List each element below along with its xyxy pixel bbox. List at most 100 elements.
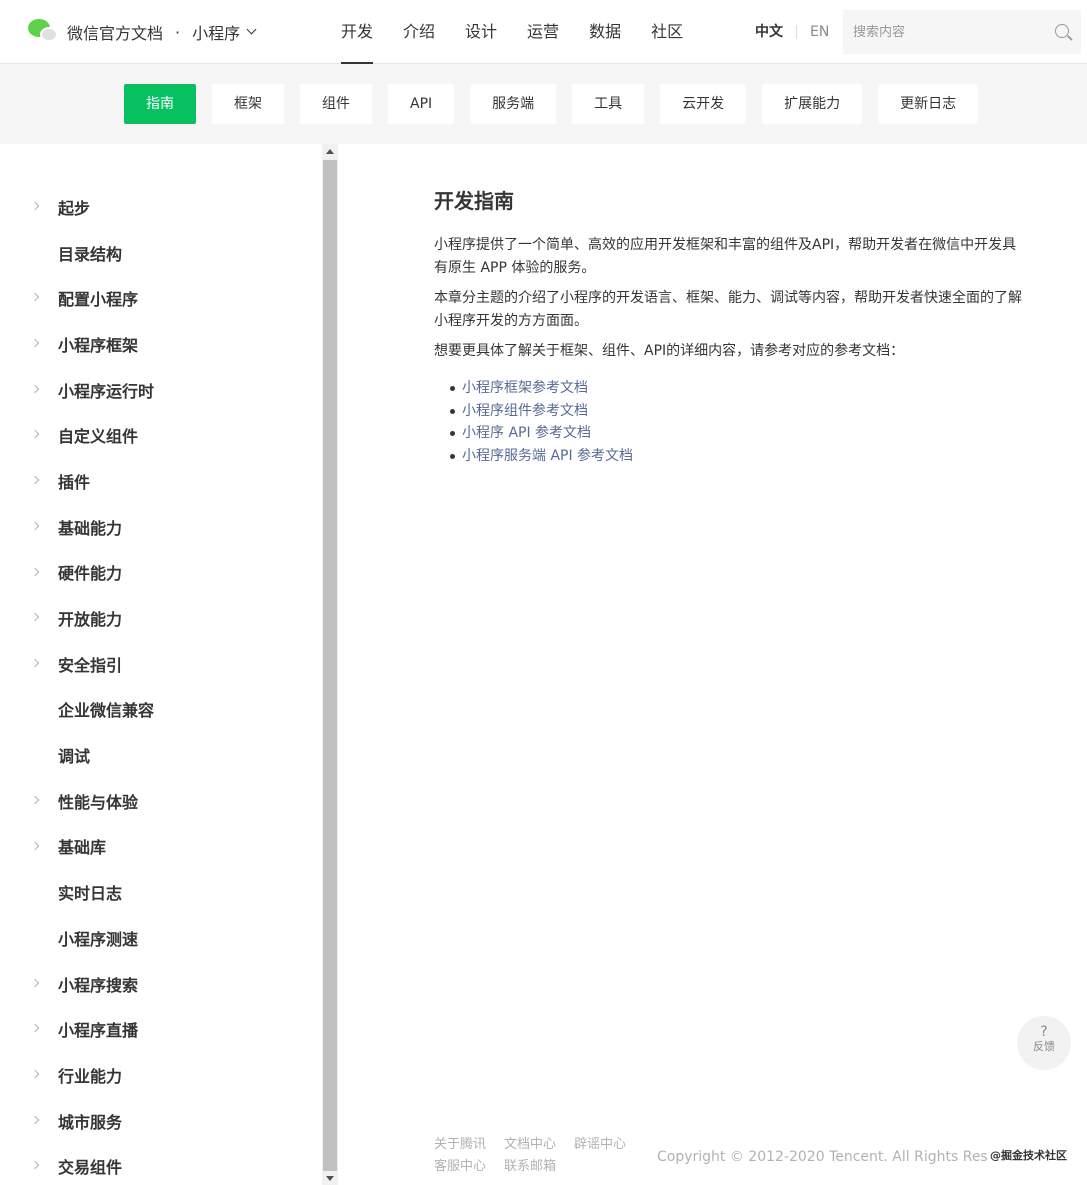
footer-link-support[interactable]: 客服中心 [434,1157,486,1177]
tab-api[interactable]: API [388,84,455,124]
sidebar-item-label: 小程序搜索 [58,975,139,995]
tab-framework[interactable]: 框架 [212,84,284,124]
sidebar-item-label: 目录结构 [58,244,123,264]
sidebar-item[interactable]: 硬件能力 [0,550,322,596]
search-box [843,10,1081,54]
chevron-right-icon[interactable] [30,430,40,439]
nav-item-intro[interactable]: 介绍 [392,0,446,64]
sidebar-item[interactable]: 开放能力 [0,595,322,641]
chevron-right-icon[interactable] [30,521,40,531]
sidebar-item[interactable]: 插件 [0,458,322,504]
sidebar-item-label: 基础库 [58,838,107,858]
footer-link-doc-center[interactable]: 文档中心 [504,1135,556,1155]
top-navbar: 微信官方文档 · 小程序 开发 介绍 设计 运营 数据 社区 中文 EN [0,0,1087,64]
link-framework-docs[interactable]: 小程序框架参考文档 [450,377,1024,400]
footer-link-contact[interactable]: 联系邮箱 [504,1157,556,1177]
feedback-label: 反馈 [1033,1040,1055,1053]
search-input[interactable] [843,10,1043,54]
nav-item-data[interactable]: 数据 [578,0,632,64]
sidebar-item[interactable]: 企业微信兼容 [0,687,322,733]
reference-links: 小程序框架参考文档 小程序组件参考文档 小程序 API 参考文档 小程序服务端 … [434,377,1024,467]
tab-guide[interactable]: 指南 [124,84,196,124]
sidebar-item[interactable]: 小程序直播 [0,1006,322,1052]
tab-server[interactable]: 服务端 [470,84,557,124]
brand-title: 微信官方文档 [67,24,164,43]
chevron-right-icon[interactable] [30,1115,40,1124]
sidebar-item[interactable]: 目录结构 [0,230,322,276]
tab-tools[interactable]: 工具 [572,84,645,124]
sidebar-item-label: 配置小程序 [58,290,139,310]
chevron-right-icon[interactable] [30,475,40,485]
brand[interactable]: 微信官方文档 · 小程序 [28,18,257,46]
chevron-right-icon[interactable] [30,612,40,622]
link-component-docs[interactable]: 小程序组件参考文档 [450,400,1024,423]
sidebar-item-label: 城市服务 [58,1112,123,1132]
sidebar-item[interactable]: 交易组件 [0,1143,322,1185]
footer-link-about[interactable]: 关于腾讯 [434,1135,486,1155]
sidebar-item-label: 自定义组件 [58,427,139,447]
product-switcher[interactable]: 小程序 [192,20,240,44]
tab-components[interactable]: 组件 [300,84,372,124]
sidebar-scrollbar[interactable] [322,144,338,1185]
footer: 关于腾讯 文档中心 辟谣中心 客服中心 联系邮箱 Copyright © 201… [434,1135,1087,1185]
sidebar-item-label: 小程序运行时 [58,381,155,401]
language-switch: 中文 EN [755,0,829,64]
sub-nav-tabs: 指南 框架 组件 API 服务端 工具 云开发 扩展能力 更新日志 [124,84,994,124]
sidebar-item-label: 硬件能力 [58,564,123,584]
sidebar: 起步目录结构配置小程序小程序框架小程序运行时 自定义组件插件 基础能力硬件能力开放能… [0,144,322,1185]
nav-item-operation[interactable]: 运营 [516,0,570,64]
sidebar-item[interactable]: 性能与体验 [0,778,322,824]
nav-item-design[interactable]: 设计 [454,0,508,64]
sidebar-item-label: 企业微信兼容 [58,701,155,721]
footer-link-rumor-center[interactable]: 辟谣中心 [574,1135,626,1155]
sidebar-item[interactable]: 安全指引 [0,641,322,687]
tab-extensions[interactable]: 扩展能力 [762,84,863,124]
main-nav: 开发 介绍 设计 运营 数据 社区 [330,0,702,64]
chevron-right-icon[interactable] [30,841,40,850]
reference-paragraph: 想要更具体了解关于框架、组件、API的详细内容，请参考对应的参考文档： [434,343,905,359]
sidebar-item[interactable]: 实时日志 [0,869,322,915]
chevron-right-icon[interactable] [30,338,40,348]
sidebar-item[interactable]: 小程序运行时 [0,367,322,413]
chevron-right-icon[interactable] [30,795,40,805]
link-server-api-docs[interactable]: 小程序服务端 API 参考文档 [450,445,1024,468]
chevron-right-icon[interactable] [30,293,40,302]
sidebar-item-label: 小程序直播 [58,1021,139,1041]
sidebar-item[interactable]: 小程序框架 [0,321,322,367]
scrollbar-thumb[interactable] [323,160,337,1171]
tab-cloud[interactable]: 云开发 [660,84,747,124]
chevron-right-icon[interactable] [30,567,40,576]
sidebar-item-label: 安全指引 [58,655,123,675]
question-icon: ? [1040,1024,1048,1040]
nav-item-dev[interactable]: 开发 [330,0,384,64]
sidebar-item[interactable]: 小程序搜索 [0,961,322,1007]
feedback-button[interactable]: ? 反馈 [1017,1016,1071,1070]
sidebar-item-label: 交易组件 [58,1158,123,1178]
sidebar-item[interactable]: 配置小程序 [0,275,322,321]
sidebar-item[interactable]: 小程序测速 [0,915,322,961]
scroll-up-icon[interactable] [326,149,334,154]
scroll-down-icon[interactable] [326,1176,334,1181]
chevron-right-icon[interactable] [30,384,40,393]
nav-item-community[interactable]: 社区 [640,0,694,64]
tab-changelog[interactable]: 更新日志 [878,84,979,124]
lang-zh[interactable]: 中文 [755,0,783,64]
sub-nav: 指南 框架 组件 API 服务端 工具 云开发 扩展能力 更新日志 [0,64,1087,144]
lang-en[interactable]: EN [810,0,829,64]
sidebar-item[interactable]: 行业能力 [0,1052,322,1098]
sidebar-item[interactable]: 自定义组件 [0,412,322,458]
chevron-down-icon[interactable] [246,24,257,34]
chevron-right-icon[interactable] [30,1024,40,1033]
sidebar-item[interactable]: 基础能力 [0,504,322,550]
sidebar-item[interactable]: 基础库 [0,824,322,870]
chevron-right-icon[interactable] [30,201,40,211]
sidebar-item[interactable]: 城市服务 [0,1098,322,1144]
chevron-right-icon[interactable] [30,1069,40,1079]
search-icon[interactable] [1055,24,1069,38]
chevron-right-icon[interactable] [30,978,40,987]
sidebar-item[interactable]: 调试 [0,732,322,778]
sidebar-item[interactable]: 起步 [0,184,322,230]
chevron-right-icon[interactable] [30,1161,40,1170]
link-api-docs[interactable]: 小程序 API 参考文档 [450,422,1024,445]
chevron-right-icon[interactable] [30,658,40,668]
